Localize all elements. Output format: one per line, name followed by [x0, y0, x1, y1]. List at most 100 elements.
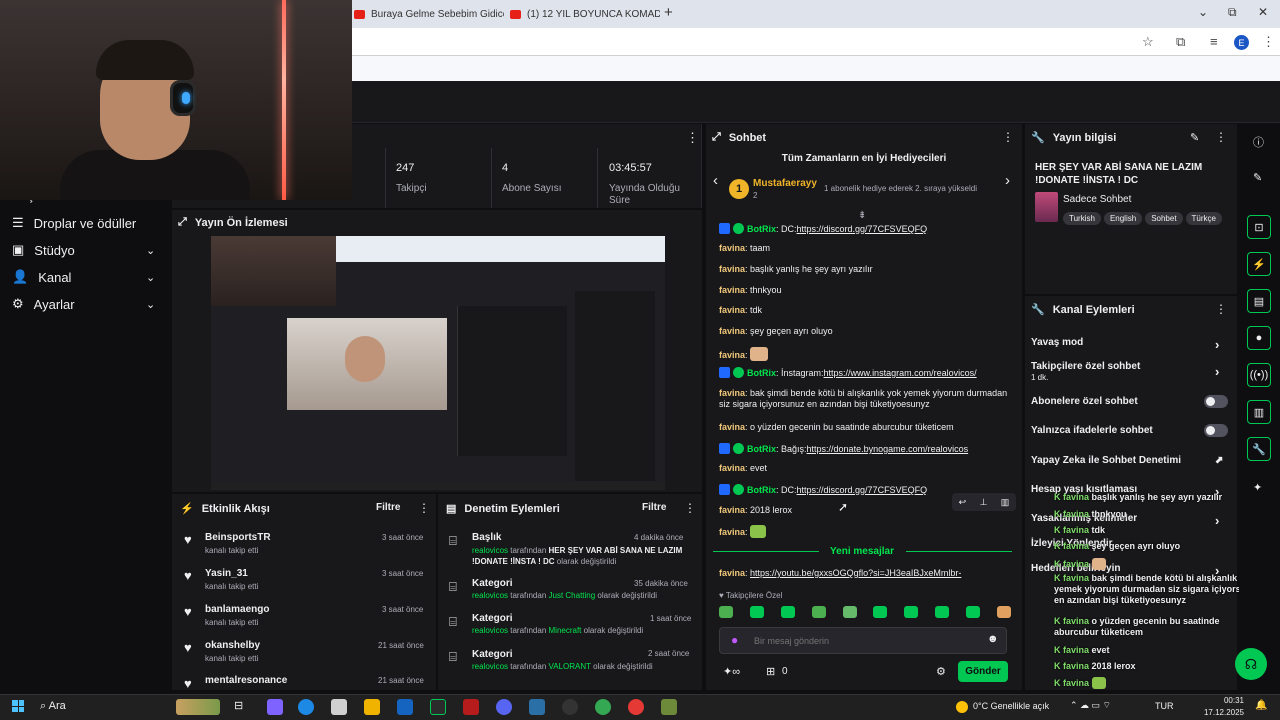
- emote-icon[interactable]: [719, 606, 733, 618]
- category-name[interactable]: Sadece Sohbet: [1063, 194, 1131, 205]
- windows-start-icon[interactable]: [12, 700, 24, 712]
- profile-avatar[interactable]: E: [1234, 35, 1249, 50]
- app-icon[interactable]: [430, 699, 446, 715]
- emote-icon[interactable]: [996, 606, 1011, 618]
- sidebar-item-studio[interactable]: ▣ Stüdyo ⌄: [12, 242, 155, 258]
- tray-icons[interactable]: ⌃ ☁ ▭ ⌔: [1070, 700, 1111, 711]
- task-view-icon[interactable]: ⊟: [234, 699, 250, 715]
- event-user[interactable]: okanshelby: [205, 640, 260, 651]
- edge-icon[interactable]: [298, 699, 314, 715]
- wrench-icon[interactable]: 🔧: [1247, 437, 1271, 461]
- emote-icon[interactable]: [935, 606, 950, 618]
- clip-icon[interactable]: ⊡: [1247, 215, 1271, 239]
- chevron-left-icon[interactable]: ‹: [713, 172, 718, 189]
- ai-moderation-action[interactable]: Yapay Zeka ile Sohbet Denetimi ⬈: [1031, 455, 1231, 466]
- tag[interactable]: Türkçe: [1185, 212, 1222, 225]
- stack-icon[interactable]: ▥: [1247, 400, 1271, 424]
- chat-bubble-icon[interactable]: ●: [1247, 326, 1271, 350]
- more-options-icon[interactable]: ⋮: [1215, 130, 1227, 144]
- sidebar-item-drops[interactable]: ☰ Droplar ve ödüller: [12, 215, 136, 231]
- browser-tab-2[interactable]: (1) 12 YIL BOYUNCA KOMADA ✕: [502, 4, 660, 24]
- emote-icon[interactable]: [749, 606, 764, 618]
- more-options-icon[interactable]: ⋮: [686, 130, 699, 146]
- emote-icon[interactable]: [873, 606, 888, 618]
- outlook-icon[interactable]: [397, 699, 413, 715]
- notification-icon[interactable]: 🔔: [1255, 700, 1267, 711]
- emote-icon[interactable]: [904, 606, 919, 618]
- follower-only-action[interactable]: Takipçilere özel sohbet ›: [1031, 361, 1231, 379]
- discord-icon[interactable]: [496, 699, 512, 715]
- more-options-icon[interactable]: ⋮: [1215, 302, 1227, 316]
- clock-date[interactable]: 17.12.2025: [1201, 708, 1244, 717]
- emote-icon[interactable]: [842, 606, 857, 618]
- emote-icon[interactable]: [780, 606, 795, 618]
- bolt-icon[interactable]: ⚡: [1247, 252, 1271, 276]
- sidebar-item-channel[interactable]: 👤 Kanal ⌄: [12, 269, 155, 285]
- obs-icon[interactable]: [562, 699, 578, 715]
- reply-icon[interactable]: ↩: [959, 497, 967, 508]
- clock-time[interactable]: 00:31: [1210, 696, 1244, 705]
- edit-icon[interactable]: ✎: [1190, 131, 1199, 144]
- subscriber-only-toggle[interactable]: [1204, 395, 1228, 408]
- info-icon[interactable]: ⓘ: [1253, 134, 1264, 150]
- netflix-icon[interactable]: [463, 699, 479, 715]
- store-icon[interactable]: [331, 699, 347, 715]
- tag[interactable]: English: [1103, 212, 1143, 225]
- more-options-icon[interactable]: ⋮: [1002, 130, 1014, 144]
- trash-icon[interactable]: ▥: [1001, 497, 1010, 508]
- channel-points-icon[interactable]: ✦∞: [723, 665, 740, 678]
- minimize-icon[interactable]: ⌄: [1198, 5, 1208, 19]
- app-icon[interactable]: [529, 699, 545, 715]
- microphone-icon[interactable]: ●: [731, 633, 738, 647]
- users-icon[interactable]: ✦: [1253, 481, 1262, 494]
- emote-icon[interactable]: [811, 606, 826, 618]
- copilot-icon[interactable]: [267, 699, 283, 715]
- minecraft-icon[interactable]: [661, 699, 677, 715]
- tag[interactable]: Turkish: [1063, 212, 1101, 225]
- star-icon[interactable]: ☆: [1142, 34, 1154, 50]
- tag[interactable]: Sohbet: [1145, 212, 1183, 225]
- emote-only-toggle[interactable]: [1204, 424, 1228, 437]
- close-window-icon[interactable]: ✕: [1258, 5, 1268, 19]
- chat-input[interactable]: [719, 627, 1007, 654]
- pin-icon[interactable]: ⇟: [858, 210, 866, 221]
- pencil-icon[interactable]: ✎: [1253, 171, 1262, 184]
- media-icon[interactable]: ≡: [1210, 34, 1218, 49]
- event-user[interactable]: banlamaengo: [205, 604, 269, 615]
- pin-icon[interactable]: ⊥: [980, 497, 988, 508]
- extensions-icon[interactable]: ⧉: [1176, 34, 1185, 50]
- moderation-filter-button[interactable]: Filtre: [642, 502, 666, 513]
- headset-support-button[interactable]: ☊: [1235, 648, 1267, 680]
- gear-icon[interactable]: ⚙: [936, 665, 946, 678]
- event-feed-filter-button[interactable]: Filtre: [376, 502, 400, 513]
- stream-title: HER ŞEY VAR ABİ SANA NE LAZIM !DONATE !İ…: [1035, 162, 1203, 186]
- send-button[interactable]: Gönder: [958, 661, 1008, 682]
- app-icon[interactable]: [628, 699, 644, 715]
- browser-tab-1[interactable]: Buraya Gelme Sebebim Gidice ✕: [346, 4, 504, 24]
- stream-preview-video[interactable]: [211, 236, 665, 490]
- emote-icon[interactable]: [966, 606, 980, 618]
- new-tab-button[interactable]: +: [664, 4, 673, 21]
- broadcast-icon[interactable]: ((•)): [1247, 363, 1271, 387]
- language-indicator[interactable]: TUR: [1155, 701, 1174, 711]
- weather-text[interactable]: 0°C Genellikle açık: [973, 701, 1049, 711]
- slow-mode-action[interactable]: Yavaş mod ›: [1031, 337, 1231, 352]
- folder-icon[interactable]: [364, 699, 380, 715]
- event-user[interactable]: mentalresonance: [205, 675, 287, 686]
- sidebar-item-settings[interactable]: ⚙ Ayarlar ⌄: [12, 296, 155, 312]
- chevron-right-icon[interactable]: ›: [1005, 172, 1010, 189]
- menu-icon[interactable]: ⋮: [1262, 34, 1275, 50]
- taskbar-search[interactable]: ⌕ Ara: [40, 700, 66, 713]
- chrome-icon[interactable]: [595, 699, 611, 715]
- restore-icon[interactable]: ⧉: [1228, 5, 1237, 20]
- more-options-icon[interactable]: ⋮: [418, 501, 430, 515]
- top-gifter-name[interactable]: Mustafaerayy: [753, 178, 817, 189]
- event-user[interactable]: Yasin_31: [205, 568, 248, 579]
- event-user[interactable]: BeinsportsTR: [205, 532, 271, 543]
- expand-icon[interactable]: ⤢: [178, 216, 187, 229]
- emoji-icon[interactable]: ☻: [987, 633, 999, 645]
- document-icon[interactable]: ▤: [1247, 289, 1271, 313]
- more-options-icon[interactable]: ⋮: [684, 501, 696, 515]
- widget-icon[interactable]: [176, 699, 220, 715]
- gift-icon[interactable]: ⊞: [766, 665, 775, 678]
